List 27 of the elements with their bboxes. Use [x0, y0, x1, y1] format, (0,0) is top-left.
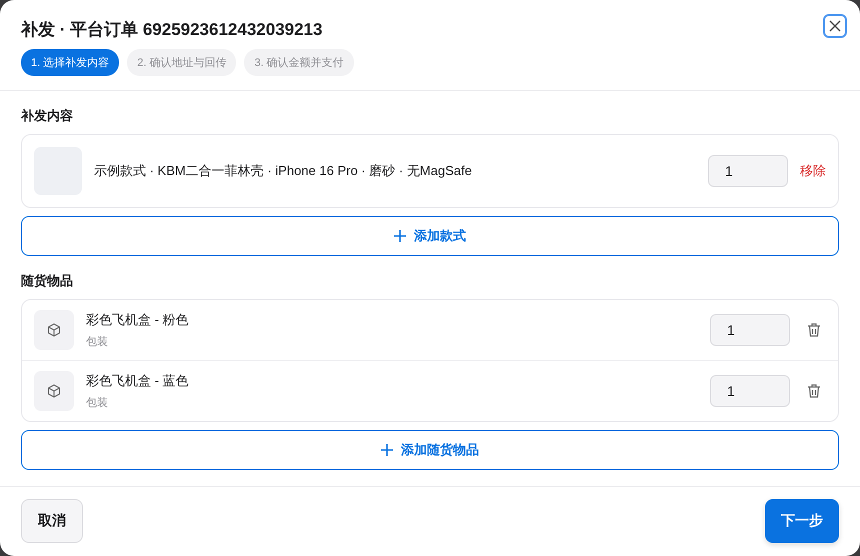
remove-link[interactable]: 移除	[800, 162, 826, 180]
section-heading: 补发内容	[21, 107, 74, 125]
quantity-field[interactable]: 1	[708, 155, 788, 187]
trash-icon	[806, 322, 822, 338]
quantity-field[interactable]: 1	[710, 314, 790, 346]
box-icon	[47, 384, 61, 398]
box-icon	[47, 323, 61, 337]
next-button[interactable]: 下一步	[765, 499, 839, 543]
cancel-button[interactable]: 取消	[21, 499, 83, 543]
step-tab[interactable]: 1. 选择补发内容	[21, 49, 120, 76]
plus-icon	[381, 444, 393, 456]
section-heading: 随货物品	[21, 272, 74, 290]
step-tab[interactable]: 3. 确认金额并支付	[244, 49, 354, 76]
item-category: 包装	[86, 335, 109, 349]
plus-icon	[394, 230, 406, 242]
add-accessory-button[interactable]: 添加随货物品	[21, 430, 839, 470]
add-style-button[interactable]: 添加款式	[21, 216, 839, 256]
item-name: 彩色飞机盒 - 蓝色	[86, 372, 190, 390]
dialog-title: 补发 · 平台订单 6925923612432039213	[21, 19, 322, 41]
item-name: 彩色飞机盒 - 粉色	[86, 311, 190, 329]
quantity-field[interactable]: 1	[710, 375, 790, 407]
close-icon	[829, 20, 841, 32]
close-button[interactable]	[823, 14, 847, 38]
step-tab[interactable]: 2. 确认地址与回传	[127, 49, 236, 76]
item-category: 包装	[86, 396, 109, 410]
trash-icon	[806, 383, 822, 399]
product-name: 示例款式 · KBM二合一菲林壳 · iPhone 16 Pro · 磨砂 · 无MagSafe	[94, 162, 473, 180]
